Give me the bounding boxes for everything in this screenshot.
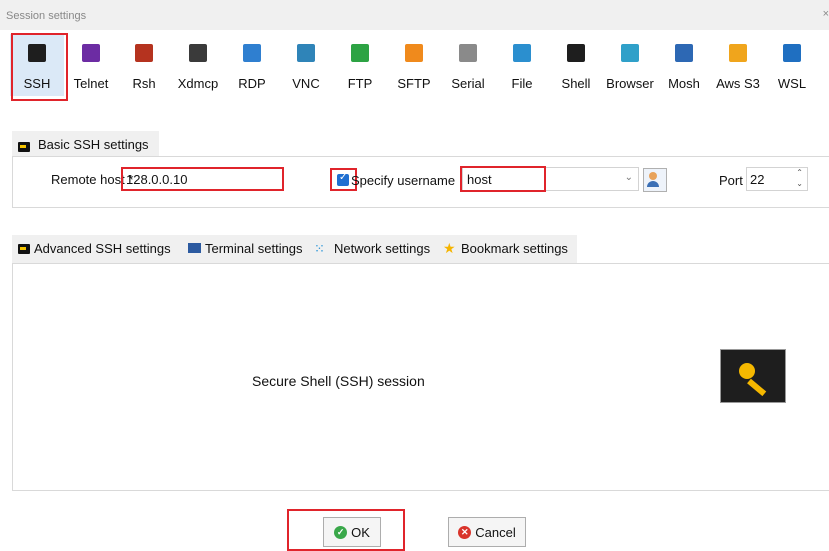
protocol-label: Mosh: [668, 76, 700, 91]
username-value: host: [467, 172, 492, 187]
tab-advanced-ssh-label: Advanced SSH settings: [34, 241, 171, 256]
ok-button-label: OK: [351, 524, 370, 540]
shell-icon: [567, 44, 585, 62]
ssh-key-icon: [18, 142, 30, 152]
spinner-down-icon[interactable]: ⌄: [796, 179, 803, 188]
protocol-button-xdmcp[interactable]: Xdmcp: [171, 34, 225, 96]
session-description: Secure Shell (SSH) session: [252, 373, 425, 389]
protocol-button-telnet[interactable]: Telnet: [64, 34, 118, 96]
serial-icon: [459, 44, 477, 62]
rdp-icon: [243, 44, 261, 62]
ssh-key-icon: [18, 244, 30, 254]
protocol-label: SSH: [23, 76, 51, 91]
protocol-label: Serial: [451, 76, 485, 91]
protocol-label: RDP: [238, 76, 266, 91]
protocol-label: Browser: [606, 76, 654, 91]
ssh-icon: [28, 44, 46, 62]
remote-host-input[interactable]: 128.0.0.10: [124, 168, 283, 190]
file-icon: [513, 44, 531, 62]
chevron-down-icon[interactable]: ⌄: [625, 172, 633, 183]
protocol-button-wsl[interactable]: WSL: [765, 34, 819, 96]
basic-ssh-tab-label: Basic SSH settings: [38, 137, 149, 152]
cancel-button[interactable]: ✕ Cancel: [448, 517, 526, 547]
protocol-label: Rsh: [132, 76, 156, 91]
protocol-button-ssh[interactable]: SSH: [10, 34, 64, 96]
x-circle-icon: ✕: [458, 525, 472, 539]
user-manager-button[interactable]: [643, 168, 667, 192]
tab-bookmark-label: Bookmark settings: [461, 241, 568, 256]
port-label: Port: [719, 173, 743, 188]
ok-button[interactable]: ✓ OK: [323, 517, 381, 547]
protocol-button-vnc[interactable]: VNC: [279, 34, 333, 96]
check-icon: ✓: [339, 172, 348, 183]
specify-username-checkbox[interactable]: ✓: [337, 172, 349, 186]
network-icon: ⁙: [314, 241, 325, 256]
terminal-icon: [188, 243, 201, 253]
rsh-icon: [135, 44, 153, 62]
user-icon: [649, 172, 657, 180]
protocol-label: Xdmcp: [177, 76, 219, 91]
port-value: 22: [750, 172, 765, 187]
vnc-icon: [297, 44, 315, 62]
protocol-label: WSL: [777, 76, 807, 91]
close-icon[interactable]: ×: [823, 8, 829, 20]
mosh-icon: [675, 44, 693, 62]
cancel-button-label: Cancel: [475, 524, 516, 540]
xdmcp-icon: [189, 44, 207, 62]
protocol-button-serial[interactable]: Serial: [441, 34, 495, 96]
session-description-panel: Secure Shell (SSH) session: [12, 263, 829, 491]
protocol-button-ftp[interactable]: FTP: [333, 34, 387, 96]
protocol-label: SFTP: [397, 76, 431, 91]
port-input[interactable]: 22 ⌃ ⌄: [746, 167, 808, 191]
protocol-label: FTP: [347, 76, 373, 91]
title-bar: Session settings ×: [0, 0, 829, 30]
protocol-button-shell[interactable]: Shell: [549, 34, 603, 96]
username-combo[interactable]: host ⌄: [462, 167, 639, 191]
remote-host-label: Remote host *: [51, 172, 134, 187]
protocol-label: Telnet: [73, 76, 109, 91]
protocol-label: File: [511, 76, 533, 91]
spinner-up-icon[interactable]: ⌃: [796, 168, 803, 177]
protocol-label: VNC: [292, 76, 320, 91]
tab-network-label: Network settings: [334, 241, 431, 256]
ftp-icon: [351, 44, 369, 62]
protocol-button-sftp[interactable]: SFTP: [387, 34, 441, 96]
protocol-button-browser[interactable]: Browser: [603, 34, 657, 96]
protocol-label: Shell: [561, 76, 591, 91]
browser-icon: [621, 44, 639, 62]
key-icon: [720, 349, 786, 403]
sftp-icon: [405, 44, 423, 62]
basic-ssh-tab[interactable]: Basic SSH settings: [12, 131, 159, 156]
star-icon: ★: [443, 240, 456, 256]
protocol-label: Aws S3: [716, 76, 760, 91]
check-circle-icon: ✓: [334, 525, 348, 539]
protocol-button-file[interactable]: File: [495, 34, 549, 96]
wsl-icon: [783, 44, 801, 62]
protocol-button-rdp[interactable]: RDP: [225, 34, 279, 96]
window-title: Session settings: [6, 10, 87, 22]
remote-host-value: 128.0.0.10: [126, 172, 188, 187]
specify-username-label: Specify username: [351, 173, 456, 188]
protocol-button-mosh[interactable]: Mosh: [657, 34, 711, 96]
tab-advanced-ssh[interactable]: Advanced SSH settings: [18, 241, 171, 256]
protocol-button-aws-s3[interactable]: Aws S3: [711, 34, 765, 96]
telnet-icon: [82, 44, 100, 62]
aws-s3-icon: [729, 44, 747, 62]
protocol-button-rsh[interactable]: Rsh: [117, 34, 171, 96]
tab-terminal-label: Terminal settings: [205, 241, 303, 256]
